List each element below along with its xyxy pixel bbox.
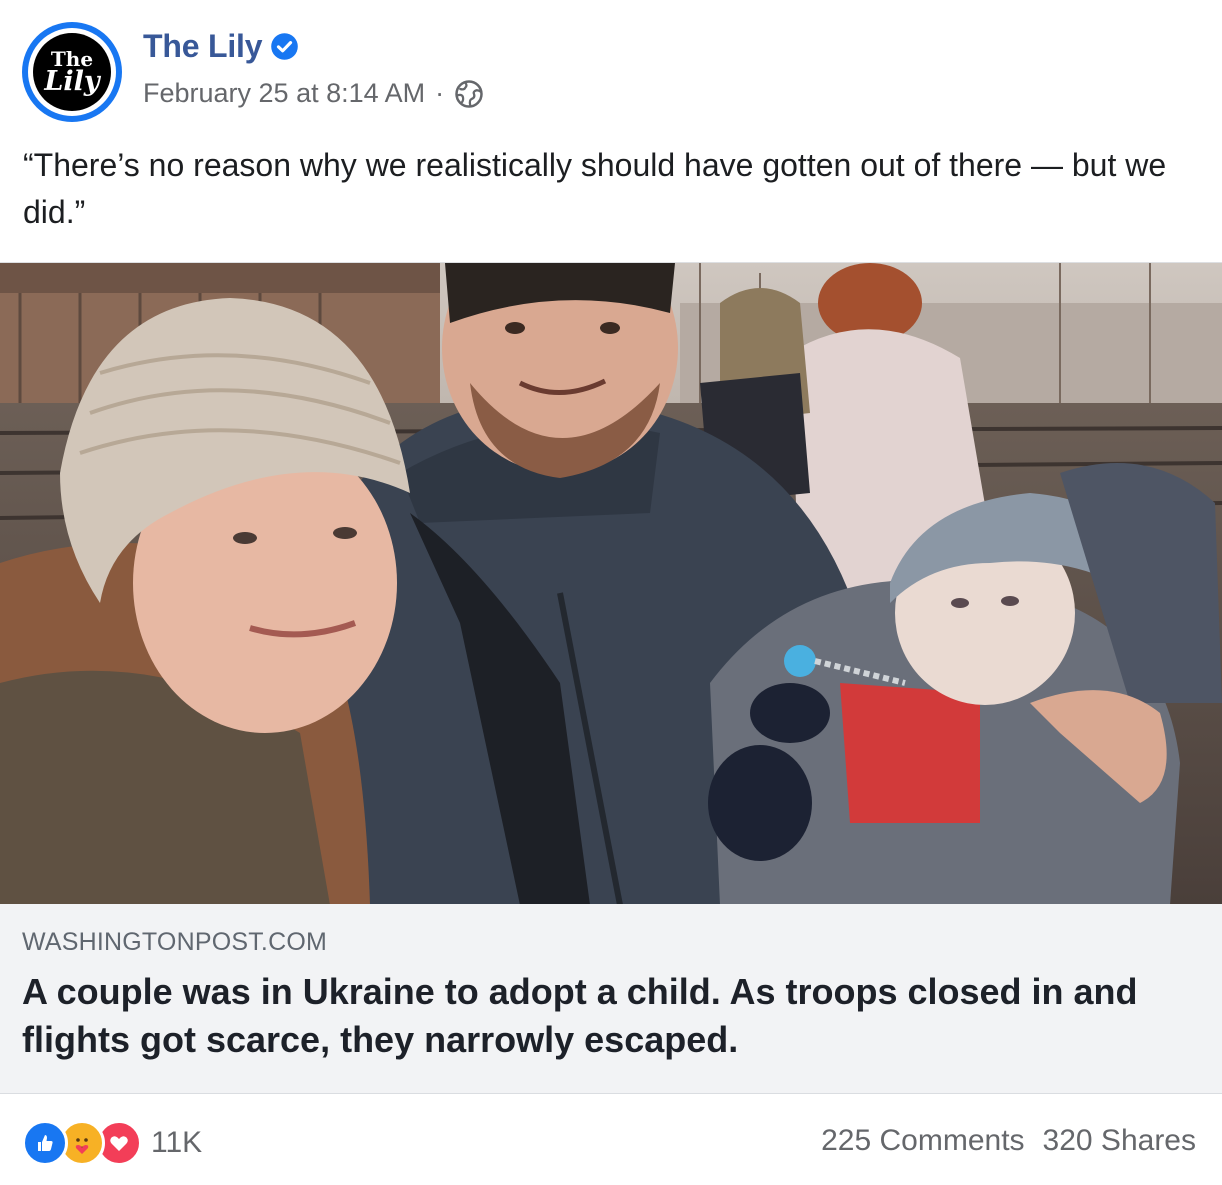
post-caption: “There’s no reason why we realistically … [23, 147, 1167, 230]
avatar-ring: The Lily [28, 28, 116, 116]
engagement-stats: 225 Comments 320 Shares [821, 1124, 1196, 1158]
shares-count[interactable]: 320 Shares [1043, 1124, 1196, 1158]
reactions-summary[interactable]: 11K [22, 1120, 202, 1166]
family-photo-illustration [0, 263, 1222, 905]
avatar-logo: The Lily [33, 33, 111, 111]
meta-separator: · [435, 78, 445, 108]
post-timestamp[interactable]: February 25 at 8:14 AM [143, 78, 425, 109]
page-avatar[interactable]: The Lily [22, 22, 122, 122]
link-domain: WASHINGTONPOST.COM [22, 928, 328, 956]
page-name[interactable]: The Lily [143, 28, 263, 65]
verified-badge-icon [271, 33, 299, 60]
facebook-post: The Lily The Lily February 25 at 8:14 AM… [0, 0, 1222, 1185]
link-title[interactable]: A couple was in Ukraine to adopt a child… [22, 968, 1202, 1064]
comments-count[interactable]: 225 Comments [821, 1124, 1024, 1158]
globe-icon[interactable] [454, 79, 484, 109]
avatar-logo-line2: Lily [44, 65, 100, 97]
like-icon [22, 1120, 68, 1166]
link-preview[interactable]: WASHINGTONPOST.COM A couple was in Ukrai… [0, 904, 1222, 1094]
reaction-count[interactable]: 11K [151, 1126, 202, 1160]
post-photo[interactable] [0, 262, 1222, 905]
page-name-link[interactable]: The Lily [143, 28, 299, 65]
post-meta: February 25 at 8:14 AM · [143, 78, 484, 109]
